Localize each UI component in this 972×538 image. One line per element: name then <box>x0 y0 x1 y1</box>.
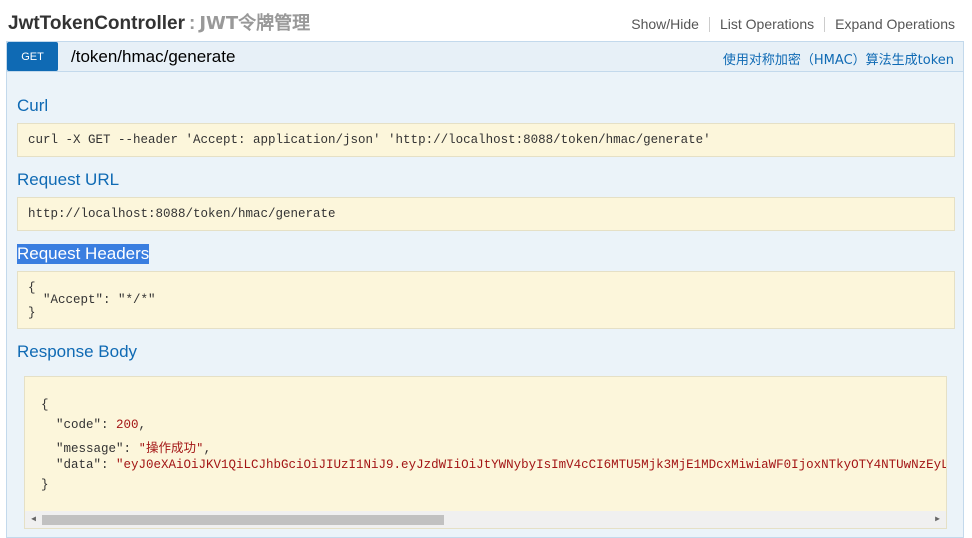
curl-block: curl -X GET --header 'Accept: applicatio… <box>17 123 955 157</box>
controller-title[interactable]: JwtTokenController: JWT令牌管理 <box>8 9 310 35</box>
response-body-title: Response Body <box>17 342 138 361</box>
headers-line: } <box>28 306 36 320</box>
json-line: "code": 200, <box>41 418 146 432</box>
json-number: 200 <box>116 418 139 432</box>
operation-heading[interactable]: GET /token/hmac/generate 使用对称加密（HMAC）算法生… <box>6 41 964 72</box>
scrollbar-thumb[interactable] <box>42 515 444 525</box>
json-string: "eyJ0eXAiOiJKV1QiLCJhbGciOiJIUzI1NiJ9.ey… <box>116 458 947 472</box>
operation-summary[interactable]: 使用对称加密（HMAC）算法生成token <box>723 49 954 68</box>
request-url-value: http://localhost:8088/token/hmac/generat… <box>28 207 336 221</box>
json-key: "code": <box>41 418 117 432</box>
json-line: "data": "eyJ0eXAiOiJKV1QiLCJhbGciOiJIUzI… <box>41 458 947 472</box>
header-links: Show/Hide List Operations Expand Operati… <box>631 16 955 32</box>
json-string: "操作成功" <box>138 440 204 455</box>
link-divider <box>708 16 710 32</box>
curl-command: curl -X GET --header 'Accept: applicatio… <box>28 133 711 147</box>
show-hide-link[interactable]: Show/Hide <box>631 16 699 32</box>
horizontal-scrollbar[interactable]: ◀ ▶ <box>25 511 946 528</box>
controller-header: JwtTokenController: JWT令牌管理 Show/Hide Lis… <box>0 0 972 41</box>
link-divider <box>824 16 826 32</box>
scroll-left-arrow-icon[interactable]: ◀ <box>25 511 42 528</box>
json-line: "message": "操作成功", <box>41 437 211 456</box>
operation-path[interactable]: /token/hmac/generate <box>71 47 235 67</box>
controller-name[interactable]: JwtTokenController <box>8 13 185 34</box>
json-punct: , <box>138 418 147 432</box>
response-body-block[interactable]: { "code": 200, "message": "操作成功", "data"… <box>24 376 947 529</box>
request-headers-title: Request Headers <box>17 244 150 264</box>
controller-description: JWT令牌管理 <box>199 13 311 34</box>
http-method-badge[interactable]: GET <box>7 42 58 71</box>
json-key: "data": <box>41 458 117 472</box>
json-punct: , <box>203 442 212 456</box>
json-key: "message": <box>41 442 139 456</box>
scroll-right-arrow-icon[interactable]: ▶ <box>929 511 946 528</box>
expand-operations-link[interactable]: Expand Operations <box>835 16 955 32</box>
request-url-block: http://localhost:8088/token/hmac/generat… <box>17 197 955 231</box>
headers-line: "Accept": "*/*" <box>28 293 156 307</box>
list-operations-link[interactable]: List Operations <box>720 16 814 32</box>
title-separator: : <box>189 13 196 34</box>
curl-title: Curl <box>17 96 49 115</box>
request-url-title: Request URL <box>17 170 120 189</box>
request-headers-block: { "Accept": "*/*" } <box>17 271 955 329</box>
json-line: { <box>41 398 49 412</box>
json-line: } <box>41 478 49 492</box>
